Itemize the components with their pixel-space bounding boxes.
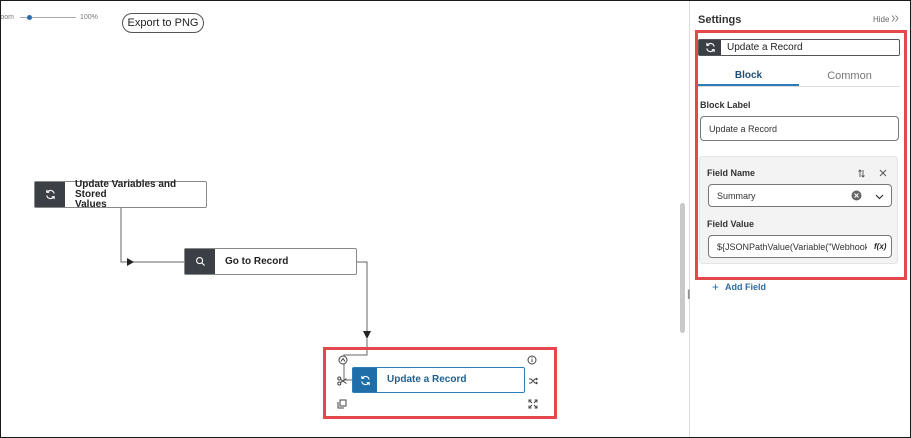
plus-icon: + — [712, 280, 720, 294]
flow-node-label: Update Variables and Stored Values — [75, 178, 177, 210]
refresh-icon — [35, 182, 65, 207]
flow-node-update-variables[interactable]: Update Variables and Stored Values — [34, 178, 207, 210]
hide-panel-button[interactable]: Hide — [873, 15, 900, 24]
flow-canvas[interactable]: Zoom: 100% Export to PNG Update Variable… — [1, 1, 689, 437]
canvas-scrollbar[interactable] — [680, 203, 685, 333]
hide-label: Hide — [873, 15, 890, 24]
chevron-right-icon — [891, 15, 900, 24]
settings-highlight — [695, 30, 907, 280]
settings-title: Settings — [698, 14, 742, 26]
selected-node-highlight — [323, 347, 557, 419]
add-field-label: Add Field — [725, 282, 767, 292]
search-icon — [185, 249, 215, 274]
app-frame: Zoom: 100% Export to PNG Update Variable… — [0, 0, 911, 438]
add-field-button[interactable]: + Add Field — [712, 280, 766, 294]
flow-node-go-to-record[interactable]: Go to Record — [184, 248, 357, 275]
flow-node-label: Go to Record — [225, 255, 289, 267]
